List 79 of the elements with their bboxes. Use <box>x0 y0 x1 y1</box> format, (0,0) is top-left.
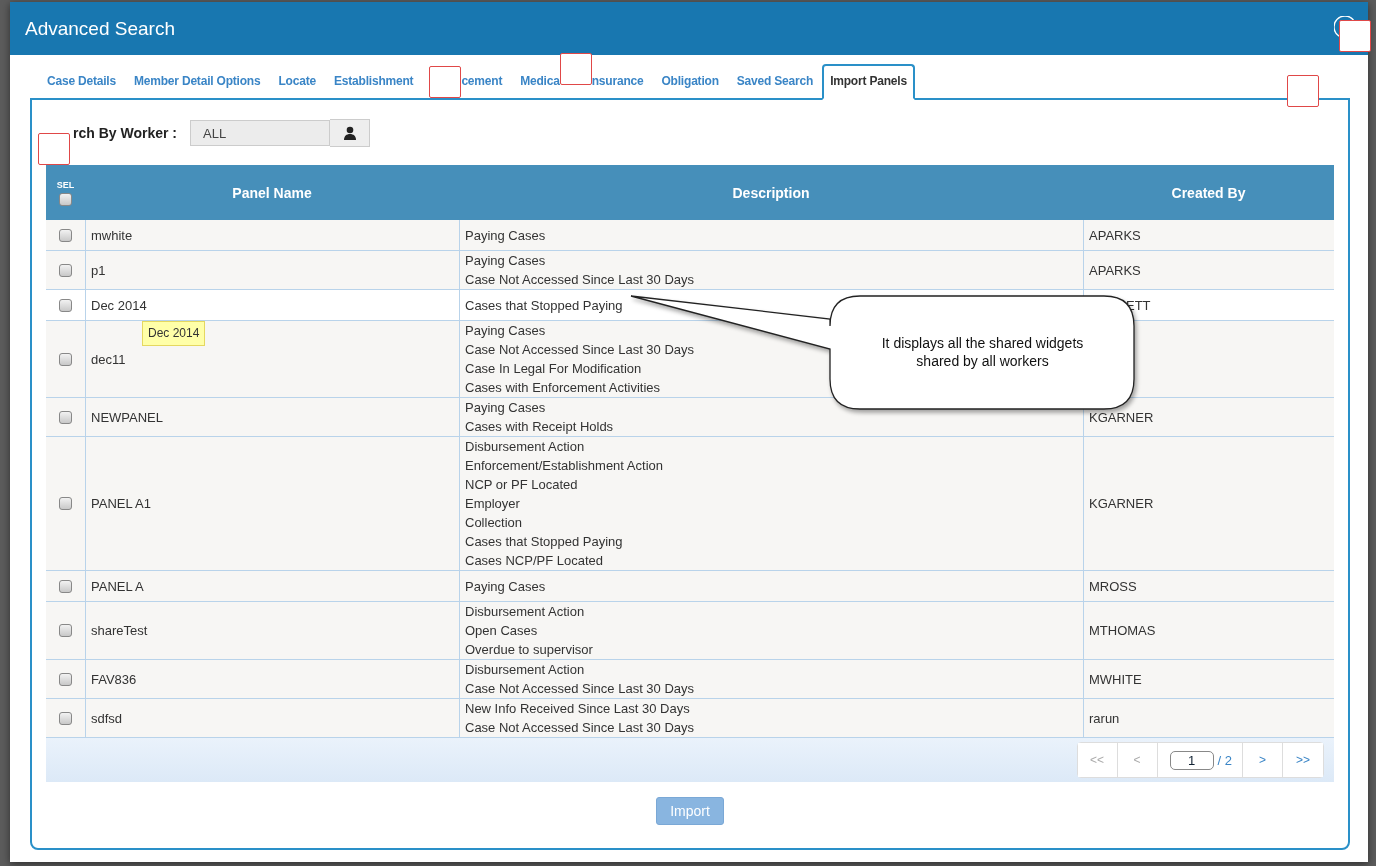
description-line: Disbursement Action <box>465 603 585 621</box>
description-line: Case Not Accessed Since Last 30 Days <box>465 341 695 359</box>
description-line: Case Not Accessed Since Last 30 Days <box>465 680 695 698</box>
row-checkbox[interactable] <box>59 228 72 242</box>
window-title: Advanced Search <box>25 17 175 40</box>
description-line: Case Not Accessed Since Last 30 Days <box>465 719 695 737</box>
table-cell: APARKS <box>1083 251 1334 290</box>
tab[interactable]: Obligation <box>652 66 728 100</box>
tab[interactable]: Locate <box>269 66 325 100</box>
description-line: Paying Cases <box>465 252 546 270</box>
row-checkbox[interactable] <box>59 497 72 510</box>
annotation-marker <box>38 133 70 165</box>
description-line: Open Cases <box>465 622 538 640</box>
callout-text: It displays all the shared widgets <box>881 334 1084 352</box>
description-line: Cases NCP/PF Located <box>465 552 603 570</box>
row-checkbox[interactable] <box>59 410 72 424</box>
sel-label: SEL <box>56 179 75 190</box>
annotation-marker <box>1339 20 1371 52</box>
description-line: Paying Cases <box>465 226 546 245</box>
table-cell: MWHITE <box>1083 660 1334 699</box>
tooltip: Dec 2014 <box>142 321 206 346</box>
table-cell: p1 <box>85 251 459 290</box>
description-line: NCP or PF Located <box>465 476 578 494</box>
table-cell: mwhite <box>85 220 459 251</box>
row-checkbox[interactable] <box>59 579 72 593</box>
worker-field[interactable]: ALL <box>190 120 330 146</box>
row-checkbox[interactable] <box>59 711 72 725</box>
description-line: Case In Legal For Modification <box>465 360 642 378</box>
description-line: Paying Cases <box>465 577 546 596</box>
table-cell: APARKS <box>1083 220 1334 251</box>
description-line: Paying Cases <box>465 399 546 417</box>
description-line: Cases that Stopped Paying <box>465 296 623 315</box>
page-total: / 2 <box>1217 752 1232 768</box>
description-line: Employer <box>465 495 520 513</box>
description-line: Cases that Stopped Paying <box>465 533 623 551</box>
row-checkbox[interactable] <box>59 672 72 686</box>
page-input[interactable]: 1 <box>1169 750 1214 770</box>
column-header: Description <box>459 165 1083 220</box>
table-cell: FAV836 <box>85 660 459 699</box>
table-cell: NEWPANEL <box>85 398 459 437</box>
table-cell: PANEL A1 <box>85 437 459 571</box>
table-cell: MTHOMAS <box>1083 602 1334 660</box>
select-all-checkbox[interactable] <box>59 192 72 206</box>
table-cell: rarun <box>1083 699 1334 738</box>
tab[interactable]: Saved Search <box>727 66 823 100</box>
tab[interactable]: Establishment <box>324 66 423 100</box>
tab[interactable]: Case Details <box>38 66 125 100</box>
description-line: Disbursement Action <box>465 438 585 456</box>
tab[interactable]: Medica nsurance <box>511 45 653 100</box>
table-cell: MROSS <box>1083 571 1334 602</box>
table-cell: shareTest <box>85 602 459 660</box>
row-checkbox[interactable] <box>59 263 72 277</box>
annotation-marker <box>1287 75 1319 107</box>
person-icon <box>342 126 357 140</box>
row-checkbox[interactable] <box>59 298 72 312</box>
tab[interactable]: Member Detail Options <box>125 66 270 100</box>
row-checkbox[interactable] <box>59 624 72 637</box>
description-line: Cases with Enforcement Activities <box>465 379 661 397</box>
description-line: Case Not Accessed Since Last 30 Days <box>465 271 695 289</box>
description-line: Overdue to supervisor <box>465 641 593 659</box>
description-line: Cases with Receipt Holds <box>465 418 614 436</box>
table-cell: KGARNER <box>1083 437 1334 571</box>
table-cell: KGARNER <box>1083 398 1334 437</box>
worker-lookup-button[interactable] <box>330 119 370 147</box>
close-icon[interactable] <box>1334 16 1354 37</box>
callout-text: shared by all workers <box>916 352 1049 370</box>
table-cell: sdfsd <box>85 699 459 738</box>
row-checkbox[interactable] <box>59 352 72 366</box>
description-line: Enforcement/Establishment Action <box>465 457 663 475</box>
tab[interactable]: cement <box>422 58 512 100</box>
description-line: Disbursement Action <box>465 661 585 679</box>
search-label: rch By Worker : <box>72 125 178 141</box>
column-header: Panel Name <box>85 165 459 220</box>
description-line: Collection <box>465 514 523 532</box>
description-line: Paying Cases <box>465 322 546 340</box>
tab[interactable]: Import Panels <box>822 64 915 100</box>
column-header: Created By <box>1083 165 1334 220</box>
table-cell: PANEL A <box>85 571 459 602</box>
description-line: New Info Received Since Last 30 Days <box>465 700 690 718</box>
